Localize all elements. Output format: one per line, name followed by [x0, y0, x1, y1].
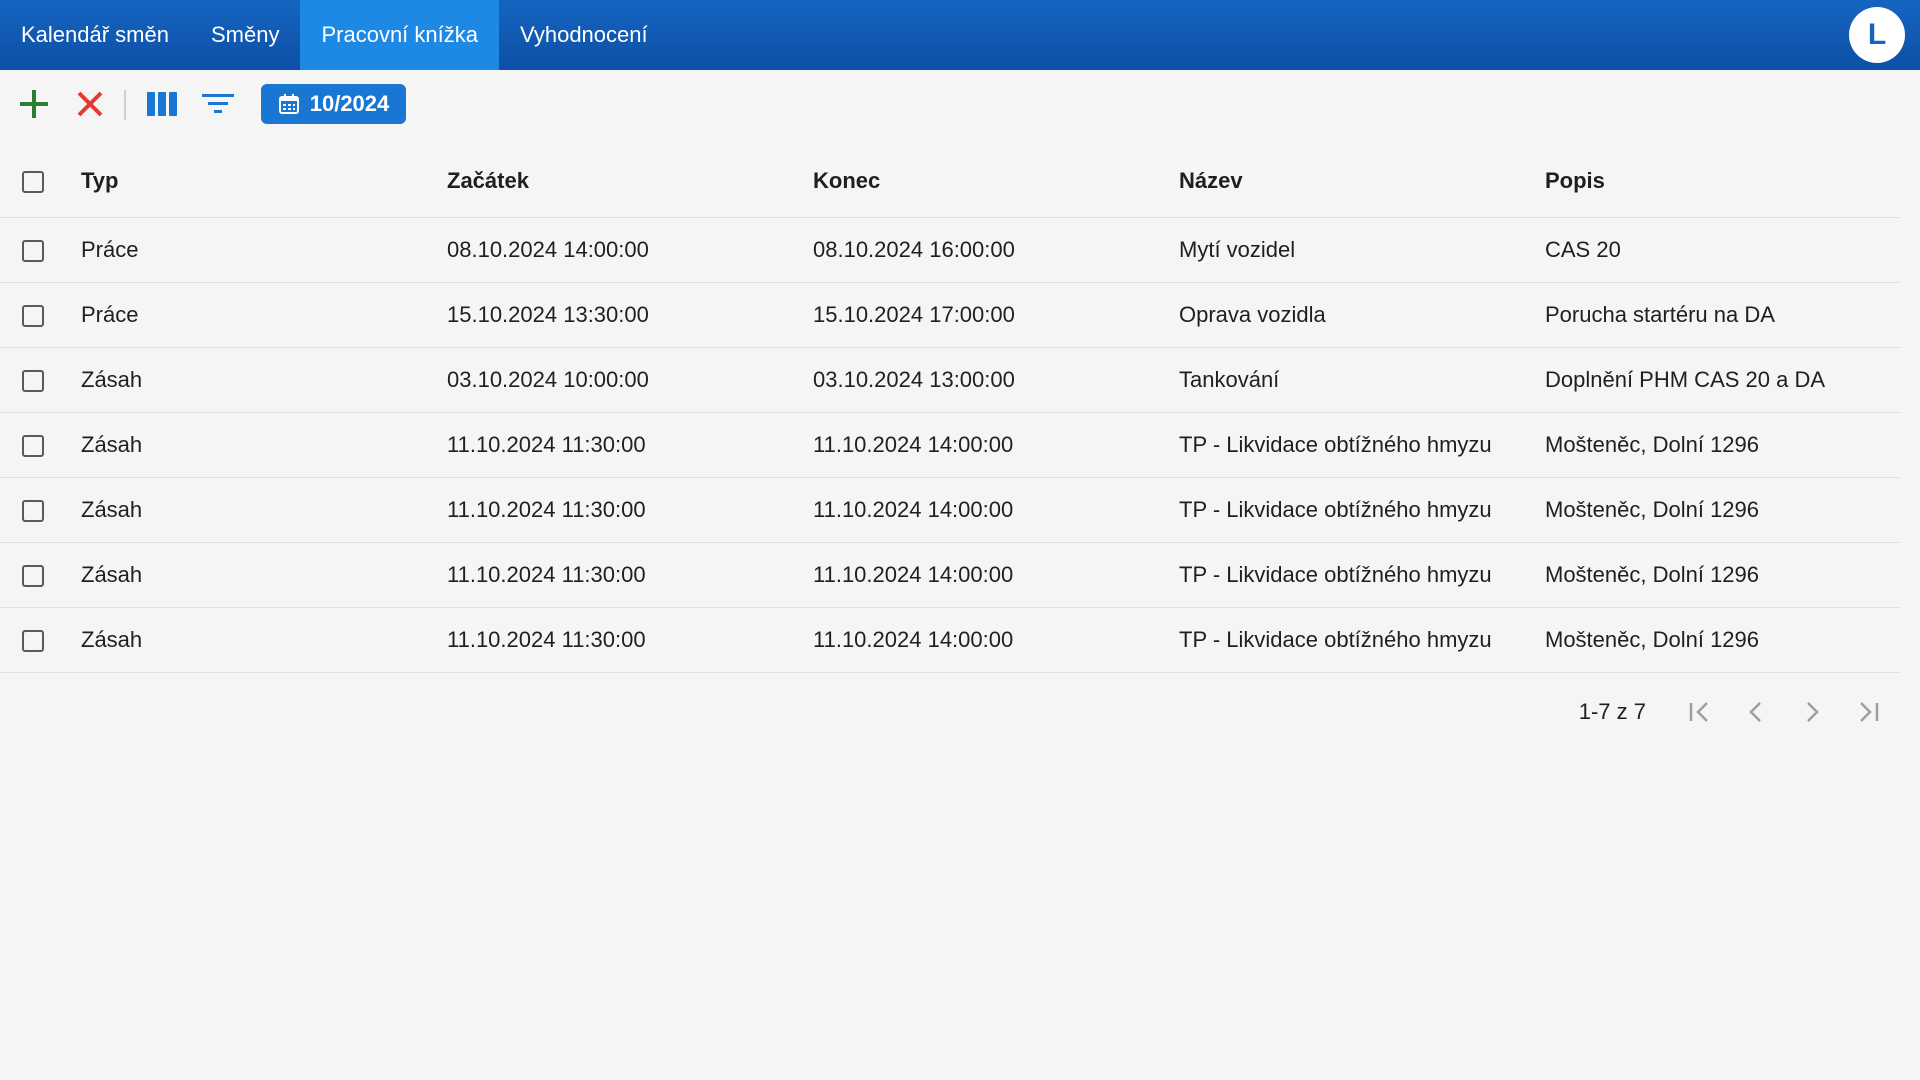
row-checkbox[interactable] [22, 630, 44, 653]
columns-icon [147, 92, 177, 116]
add-button[interactable] [12, 82, 56, 126]
cell-start: 11.10.2024 11:30:00 [447, 477, 813, 543]
row-select-cell [0, 347, 81, 413]
pagination: 1-7 z 7 [1579, 692, 1896, 732]
table-row[interactable]: Práce 08.10.2024 14:00:00 08.10.2024 16:… [0, 217, 1900, 283]
cell-start: 15.10.2024 13:30:00 [447, 282, 813, 348]
cell-end: 03.10.2024 13:00:00 [813, 347, 1179, 413]
column-header-end[interactable]: Konec [813, 145, 1179, 218]
tab-smeny[interactable]: Směny [190, 0, 300, 70]
row-checkbox[interactable] [22, 500, 44, 523]
cell-name: Mytí vozidel [1179, 217, 1545, 283]
cell-name: Oprava vozidla [1179, 282, 1545, 348]
cell-type: Zásah [81, 607, 447, 673]
cell-name: TP - Likvidace obtížného hmyzu [1179, 607, 1545, 673]
select-all-checkbox[interactable] [22, 171, 44, 194]
period-picker-button[interactable]: 10/2024 [261, 84, 406, 124]
cell-name: TP - Likvidace obtížného hmyzu [1179, 412, 1545, 478]
cell-type: Práce [81, 217, 447, 283]
close-icon [77, 91, 103, 117]
cell-type: Zásah [81, 477, 447, 543]
row-select-cell [0, 607, 81, 673]
first-page-icon [1689, 702, 1708, 722]
cell-description: Mošteněc, Dolní 1296 [1545, 412, 1900, 478]
previous-page-button[interactable] [1728, 692, 1784, 732]
tab-kalendar-smen[interactable]: Kalendář směn [0, 0, 190, 70]
table-row[interactable]: Zásah 03.10.2024 10:00:00 03.10.2024 13:… [0, 347, 1900, 413]
last-page-button[interactable] [1840, 692, 1896, 732]
table-row[interactable]: Zásah 11.10.2024 11:30:00 11.10.2024 14:… [0, 412, 1900, 478]
table-header-row: Typ Začátek Konec Název Popis [0, 145, 1900, 218]
table-row[interactable]: Práce 15.10.2024 13:30:00 15.10.2024 17:… [0, 282, 1900, 348]
cell-start: 11.10.2024 11:30:00 [447, 542, 813, 608]
tab-pracovni-knizka[interactable]: Pracovní knížka [300, 0, 499, 70]
cell-end: 11.10.2024 14:00:00 [813, 477, 1179, 543]
column-header-description[interactable]: Popis [1545, 145, 1900, 218]
cell-start: 11.10.2024 11:30:00 [447, 607, 813, 673]
table-row[interactable]: Zásah 11.10.2024 11:30:00 11.10.2024 14:… [0, 607, 1900, 673]
table-row[interactable]: Zásah 11.10.2024 11:30:00 11.10.2024 14:… [0, 477, 1900, 543]
cell-start: 11.10.2024 11:30:00 [447, 412, 813, 478]
cell-description: Mošteněc, Dolní 1296 [1545, 607, 1900, 673]
cell-description: Mošteněc, Dolní 1296 [1545, 477, 1900, 543]
row-checkbox[interactable] [22, 370, 44, 393]
row-select-cell [0, 412, 81, 478]
column-header-start[interactable]: Začátek [447, 145, 813, 218]
cell-end: 11.10.2024 14:00:00 [813, 412, 1179, 478]
filter-button[interactable] [196, 82, 240, 126]
data-table: Typ Začátek Konec Název Popis Práce 08.1… [0, 145, 1900, 673]
cell-type: Zásah [81, 347, 447, 413]
cell-description: Porucha startéru na DA [1545, 282, 1900, 348]
cell-type: Zásah [81, 542, 447, 608]
column-header-type[interactable]: Typ [81, 145, 447, 218]
cell-start: 03.10.2024 10:00:00 [447, 347, 813, 413]
pagination-range: 1-7 z 7 [1578, 699, 1646, 724]
delete-button[interactable] [68, 82, 112, 126]
row-select-cell [0, 477, 81, 543]
plus-icon [20, 90, 48, 118]
cell-type: Zásah [81, 412, 447, 478]
cell-description: CAS 20 [1545, 217, 1900, 283]
cell-name: TP - Likvidace obtížného hmyzu [1179, 477, 1545, 543]
columns-button[interactable] [140, 82, 184, 126]
cell-name: TP - Likvidace obtížného hmyzu [1179, 542, 1545, 608]
row-checkbox[interactable] [22, 565, 44, 588]
period-label: 10/2024 [309, 91, 390, 116]
cell-description: Mošteněc, Dolní 1296 [1545, 542, 1900, 608]
calendar-icon [278, 94, 299, 114]
row-select-cell [0, 217, 81, 283]
table-row[interactable]: Zásah 11.10.2024 11:30:00 11.10.2024 14:… [0, 542, 1900, 608]
row-select-cell [0, 542, 81, 608]
first-page-button[interactable] [1672, 692, 1728, 732]
toolbar: 10/2024 [0, 70, 1920, 138]
next-page-button[interactable] [1784, 692, 1840, 732]
cell-description: Doplnění PHM CAS 20 a DA [1545, 347, 1900, 413]
toolbar-divider [124, 90, 126, 120]
top-navigation-bar: Kalendář směn Směny Pracovní knížka Vyho… [0, 0, 1920, 70]
user-avatar[interactable]: L [1849, 7, 1905, 63]
cell-end: 15.10.2024 17:00:00 [813, 282, 1179, 348]
cell-start: 08.10.2024 14:00:00 [447, 217, 813, 283]
last-page-icon [1860, 702, 1879, 722]
chevron-left-icon [1749, 702, 1761, 722]
chevron-right-icon [1807, 702, 1819, 722]
cell-end: 11.10.2024 14:00:00 [813, 542, 1179, 608]
row-checkbox[interactable] [22, 435, 44, 458]
row-select-cell [0, 282, 81, 348]
tab-vyhodnoceni[interactable]: Vyhodnocení [499, 0, 669, 70]
cell-type: Práce [81, 282, 447, 348]
row-checkbox[interactable] [22, 305, 44, 328]
cell-name: Tankování [1179, 347, 1545, 413]
cell-end: 11.10.2024 14:00:00 [813, 607, 1179, 673]
select-all-cell [0, 145, 81, 218]
row-checkbox[interactable] [22, 240, 44, 263]
cell-end: 08.10.2024 16:00:00 [813, 217, 1179, 283]
filter-icon [202, 94, 234, 113]
column-header-name[interactable]: Název [1179, 145, 1545, 218]
